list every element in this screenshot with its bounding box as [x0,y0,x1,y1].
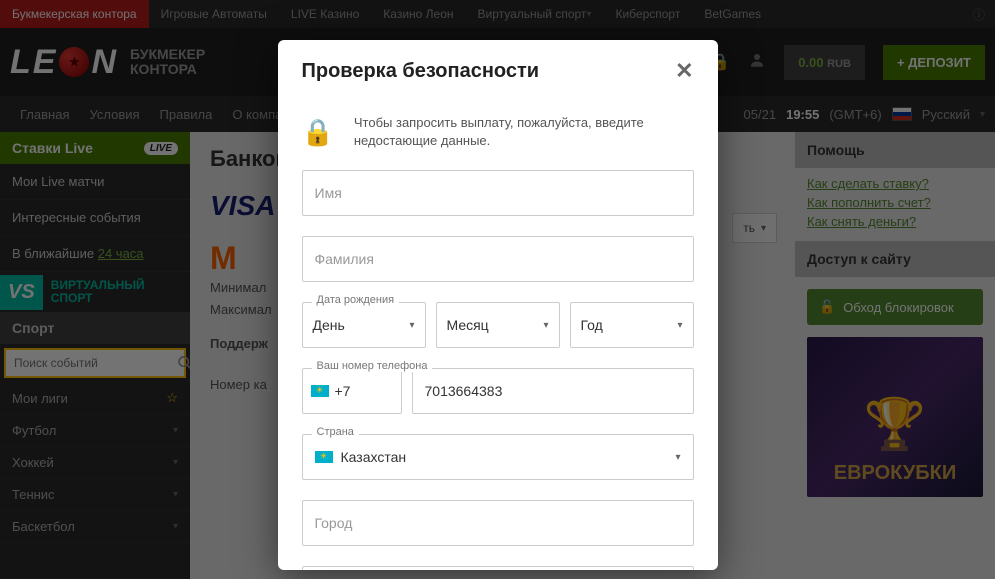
name-input[interactable] [302,170,694,216]
flag-kz-icon [311,385,329,397]
country-field: Страна Казахстан ▾ [302,434,694,480]
chevron-down-icon: ▾ [677,320,682,331]
surname-field [302,236,694,282]
phone-input[interactable] [412,368,694,414]
year-select[interactable]: Год▾ [570,302,694,348]
address-input[interactable] [302,566,694,570]
flag-kz-icon [315,451,333,463]
dob-label: Дата рождения [312,294,400,306]
name-field [302,170,694,216]
modal-overlay: Проверка безопасности ✕ 🔒 Чтобы запросит… [0,0,995,579]
country-select[interactable]: Казахстан ▾ [302,434,694,480]
city-field [302,500,694,546]
day-select[interactable]: День▾ [302,302,426,348]
surname-input[interactable] [302,236,694,282]
chevron-down-icon: ▾ [543,320,548,331]
dob-field: Дата рождения День▾ Месяц▾ Год▾ [302,302,694,348]
city-input[interactable] [302,500,694,546]
modal-info-text: Чтобы запросить выплату, пожалуйста, вве… [354,114,694,150]
phone-country-code[interactable]: +7 [302,368,402,414]
lock-icon: 🔒 [302,114,334,150]
close-icon[interactable]: ✕ [675,58,693,84]
month-select[interactable]: Месяц▾ [436,302,560,348]
phone-field: Ваш номер телефона +7 [302,368,694,414]
phone-label: Ваш номер телефона [312,360,433,372]
security-modal: Проверка безопасности ✕ 🔒 Чтобы запросит… [278,40,718,570]
address-field [302,566,694,570]
chevron-down-icon: ▾ [675,452,680,463]
modal-title: Проверка безопасности [302,60,540,83]
chevron-down-icon: ▾ [409,320,414,331]
country-label: Страна [312,426,359,438]
